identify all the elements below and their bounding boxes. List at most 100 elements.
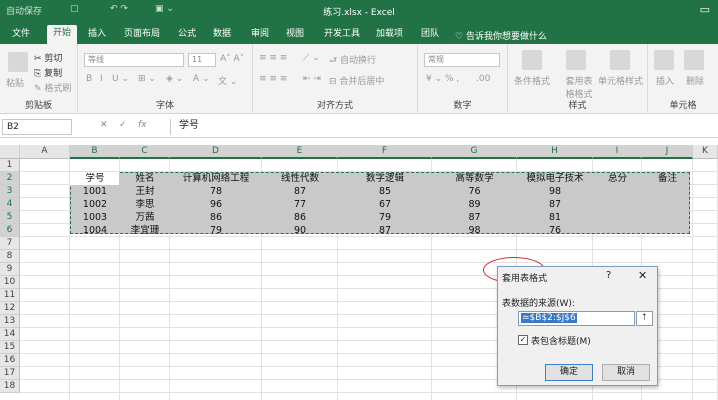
cell-D5[interactable]: 86 bbox=[170, 211, 262, 224]
select-all-corner[interactable] bbox=[0, 145, 20, 159]
cell-C4[interactable]: 李思 bbox=[120, 198, 170, 211]
enter-icon[interactable]: ✓ bbox=[119, 120, 127, 130]
merge-center-button[interactable]: ⊟ 合并后居中 bbox=[329, 74, 384, 87]
cell-I5[interactable] bbox=[593, 211, 642, 224]
column-header-E[interactable]: E bbox=[262, 145, 338, 159]
cell-H3[interactable]: 98 bbox=[517, 185, 593, 198]
cell-D6[interactable]: 79 bbox=[170, 224, 262, 237]
phonetic-icon[interactable]: 文 ⌄ bbox=[218, 74, 237, 87]
cell-C5[interactable]: 万茜 bbox=[120, 211, 170, 224]
border-icon[interactable]: ⊞ ⌄ bbox=[138, 74, 156, 84]
cell-F6[interactable]: 87 bbox=[338, 224, 432, 237]
row-header-18[interactable]: 18 bbox=[0, 380, 20, 393]
bold-icon[interactable]: B bbox=[86, 74, 92, 84]
column-header-B[interactable]: B bbox=[70, 145, 120, 159]
decimal-icon[interactable]: .00 bbox=[476, 74, 490, 84]
collapse-dialog-icon[interactable]: ⭡ bbox=[636, 311, 653, 326]
tab-review[interactable]: 审阅 bbox=[245, 26, 275, 44]
row-header-12[interactable]: 12 bbox=[0, 302, 20, 315]
ok-button[interactable]: 确定 bbox=[545, 364, 593, 381]
tab-addins[interactable]: 加载项 bbox=[370, 26, 409, 44]
fill-color-icon[interactable]: ◈ ⌄ bbox=[166, 74, 183, 84]
number-format-dropdown[interactable]: 常规 bbox=[424, 53, 500, 67]
cell-F3[interactable]: 85 bbox=[338, 185, 432, 198]
cell-I6[interactable] bbox=[593, 224, 642, 237]
cell-G4[interactable]: 89 bbox=[432, 198, 517, 211]
row-header-16[interactable]: 16 bbox=[0, 354, 20, 367]
column-header-H[interactable]: H bbox=[517, 145, 593, 159]
row-header-13[interactable]: 13 bbox=[0, 315, 20, 328]
row-header-5[interactable]: 5 bbox=[0, 211, 20, 224]
cell-I4[interactable] bbox=[593, 198, 642, 211]
cell-E2[interactable]: 线性代数 bbox=[262, 172, 338, 185]
has-headers-checkbox[interactable]: ✓ bbox=[518, 335, 528, 345]
font-grow-icon[interactable]: A˄ A˅ bbox=[220, 54, 244, 64]
row-header-10[interactable]: 10 bbox=[0, 276, 20, 289]
row-header-6[interactable]: 6 bbox=[0, 224, 20, 237]
help-icon[interactable]: ? bbox=[606, 270, 611, 281]
cell-D3[interactable]: 78 bbox=[170, 185, 262, 198]
underline-icon[interactable]: U ⌄ bbox=[112, 74, 129, 84]
close-icon[interactable]: ✕ bbox=[638, 269, 647, 282]
tab-insert[interactable]: 插入 bbox=[82, 26, 112, 44]
cell-G5[interactable]: 87 bbox=[432, 211, 517, 224]
italic-icon[interactable]: I bbox=[100, 74, 103, 84]
row-header-3[interactable]: 3 bbox=[0, 185, 20, 198]
paste-button[interactable]: 粘贴 bbox=[6, 76, 24, 89]
cancel-button[interactable]: 取消 bbox=[602, 364, 650, 381]
font-size-dropdown[interactable]: 11 bbox=[188, 53, 216, 67]
cell-B2[interactable]: 学号 bbox=[70, 172, 120, 185]
column-header-K[interactable]: K bbox=[693, 145, 718, 159]
cell-I3[interactable] bbox=[593, 185, 642, 198]
align-top-icon[interactable]: ≡ ≡ ≡ bbox=[259, 53, 287, 63]
font-name-dropdown[interactable]: 等线 bbox=[84, 53, 184, 67]
row-header-4[interactable]: 4 bbox=[0, 198, 20, 211]
cell-I2[interactable]: 总分 bbox=[593, 172, 642, 185]
cell-G2[interactable]: 高等数学 bbox=[432, 172, 517, 185]
insert-cells-button[interactable]: 插入 bbox=[656, 74, 674, 87]
tab-view[interactable]: 视图 bbox=[280, 26, 310, 44]
column-header-C[interactable]: C bbox=[120, 145, 170, 159]
cancel-icon[interactable]: ✕ bbox=[100, 120, 108, 130]
indent-icon[interactable]: ⇤ ⇥ bbox=[303, 74, 321, 84]
wrap-text-button[interactable]: ⮐ 自动换行 bbox=[329, 53, 376, 69]
row-header-7[interactable]: 7 bbox=[0, 237, 20, 250]
cell-styles-button[interactable]: 单元格样式 bbox=[598, 74, 643, 87]
column-header-A[interactable]: A bbox=[20, 145, 70, 159]
tab-file[interactable]: 文件 bbox=[6, 26, 36, 44]
cell-C2[interactable]: 姓名 bbox=[120, 172, 170, 185]
align-left-icon[interactable]: ≡ ≡ ≡ bbox=[259, 74, 287, 84]
row-header-17[interactable]: 17 bbox=[0, 367, 20, 380]
fx-icon[interactable]: fx bbox=[138, 120, 147, 130]
cell-H4[interactable]: 87 bbox=[517, 198, 593, 211]
cell-B3[interactable]: 1001 bbox=[70, 185, 120, 198]
conditional-format-button[interactable]: 条件格式 bbox=[514, 74, 550, 87]
row-header-8[interactable]: 8 bbox=[0, 250, 20, 263]
row-header-1[interactable]: 1 bbox=[0, 159, 20, 172]
cell-E6[interactable]: 90 bbox=[262, 224, 338, 237]
column-header-D[interactable]: D bbox=[170, 145, 262, 159]
source-range-input[interactable]: =$B$2:$J$6 bbox=[518, 311, 635, 326]
copy-button[interactable]: ⎘ 复制 bbox=[34, 66, 62, 79]
cell-E5[interactable]: 86 bbox=[262, 211, 338, 224]
cell-B4[interactable]: 1002 bbox=[70, 198, 120, 211]
cell-H2[interactable]: 模拟电子技术 bbox=[517, 172, 593, 185]
cell-B6[interactable]: 1004 bbox=[70, 224, 120, 237]
currency-icon[interactable]: ¥ ⌄ % , bbox=[426, 74, 459, 84]
column-header-I[interactable]: I bbox=[593, 145, 642, 159]
format-painter-button[interactable]: ✎ 格式刷 bbox=[34, 81, 71, 94]
cell-J3[interactable] bbox=[642, 185, 693, 198]
cell-H6[interactable]: 76 bbox=[517, 224, 593, 237]
format-as-table-button[interactable]: 套用表格格式 bbox=[564, 74, 594, 100]
cell-E3[interactable]: 87 bbox=[262, 185, 338, 198]
cell-F4[interactable]: 67 bbox=[338, 198, 432, 211]
row-header-14[interactable]: 14 bbox=[0, 328, 20, 341]
has-headers-label[interactable]: 表包含标题(M) bbox=[531, 334, 591, 347]
tab-home[interactable]: 开始 bbox=[47, 25, 78, 44]
cell-G3[interactable]: 76 bbox=[432, 185, 517, 198]
tab-page-layout[interactable]: 页面布局 bbox=[118, 26, 166, 44]
cell-F2[interactable]: 数字逻辑 bbox=[338, 172, 432, 185]
column-header-J[interactable]: J bbox=[642, 145, 693, 159]
row-header-2[interactable]: 2 bbox=[0, 172, 20, 185]
font-color-icon[interactable]: A ⌄ bbox=[193, 74, 210, 84]
